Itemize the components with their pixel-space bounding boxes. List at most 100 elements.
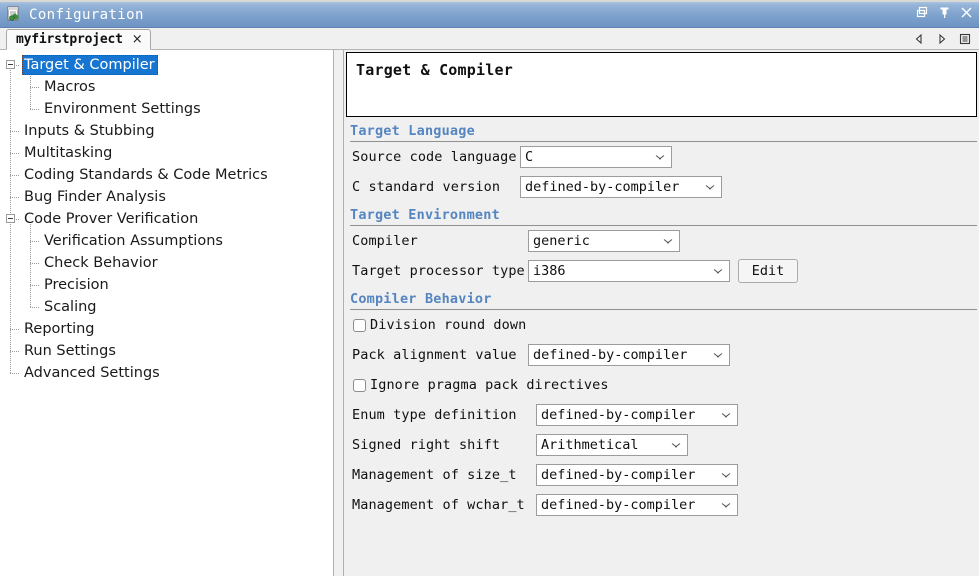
tree-item-label: Precision	[44, 277, 109, 293]
combobox-value: Arithmetical	[541, 437, 639, 453]
tab-list-icon[interactable]	[959, 31, 971, 45]
combobox-source-code-language[interactable]: C	[520, 146, 672, 168]
form-row-division-round-down: Division round down	[345, 310, 979, 340]
tree-item-label: Multitasking	[24, 145, 113, 161]
tree-item-advanced-settings[interactable]: Advanced Settings	[0, 362, 333, 384]
form-row-management-of-wchar-t: Management of wchar_t defined-by-compiler	[345, 490, 979, 520]
combobox-value: i386	[533, 263, 566, 279]
tree-item-coding-standards-code-metrics[interactable]: Coding Standards & Code Metrics	[0, 164, 333, 186]
tree-item-check-behavior[interactable]: Check Behavior	[0, 252, 333, 274]
tree-item-scaling[interactable]: Scaling	[0, 296, 333, 318]
field-label: Pack alignment value	[352, 347, 517, 363]
tree-collapse-icon[interactable]	[6, 60, 15, 69]
chevron-down-icon	[714, 269, 722, 274]
combobox-value: defined-by-compiler	[525, 179, 680, 195]
tree-item-label: Scaling	[44, 299, 97, 315]
form-row-enum-type-definition: Enum type definition defined-by-compiler	[345, 400, 979, 430]
chevron-down-icon	[714, 353, 722, 358]
combobox-value: defined-by-compiler	[541, 407, 696, 423]
checkbox-label: Ignore pragma pack directives	[370, 377, 609, 393]
tree-item-macros[interactable]: Macros	[0, 76, 333, 98]
panel-splitter[interactable]	[335, 50, 344, 576]
restore-button[interactable]	[916, 4, 929, 18]
combobox-enum-type-definition[interactable]: defined-by-compiler	[536, 404, 738, 426]
tree-item-target-compiler[interactable]: Target & Compiler	[0, 54, 333, 76]
settings-tree: Target & Compiler Macros Environment Setti…	[0, 50, 333, 384]
config-document-icon	[6, 6, 22, 22]
tree-item-label: Advanced Settings	[24, 365, 160, 381]
checkbox-ignore-pragma-pack-directives[interactable]	[353, 378, 366, 392]
configuration-window: Configuration myfirstproject × Target & …	[0, 0, 979, 576]
edit-button[interactable]: Edit	[738, 259, 798, 283]
field-label: Management of wchar_t	[352, 497, 525, 513]
nav-next-icon[interactable]	[936, 31, 948, 45]
combobox-target-processor-type[interactable]: i386	[528, 260, 730, 282]
field-label: Compiler	[352, 233, 418, 249]
tree-item-verification-assumptions[interactable]: Verification Assumptions	[0, 230, 333, 252]
tree-item-label: Macros	[44, 79, 96, 95]
page-title: Target & Compiler	[356, 61, 513, 79]
form-row-source-code-language: Source code language C	[345, 142, 979, 172]
pin-button[interactable]	[938, 4, 951, 18]
field-label: Target processor type	[352, 263, 525, 279]
close-button[interactable]	[960, 4, 973, 18]
combobox-value: generic	[533, 233, 590, 249]
form-row-target-processor-type: Target processor type i386 Edit	[345, 256, 979, 286]
tree-item-label: Environment Settings	[44, 101, 201, 117]
tree-item-label: Reporting	[24, 321, 95, 337]
field-label: Source code language	[352, 149, 517, 165]
checkbox-label: Division round down	[370, 317, 527, 333]
tree-item-label: Verification Assumptions	[44, 233, 223, 249]
tree-item-run-settings[interactable]: Run Settings	[0, 340, 333, 362]
tree-item-label: Target & Compiler	[22, 55, 158, 75]
chevron-down-icon	[722, 503, 730, 508]
tree-item-bug-finder-analysis[interactable]: Bug Finder Analysis	[0, 186, 333, 208]
tab-close-icon[interactable]: ×	[132, 33, 143, 46]
form-row-signed-right-shift: Signed right shift Arithmetical	[345, 430, 979, 460]
chevron-down-icon	[664, 239, 672, 244]
tab-nav-controls	[913, 31, 971, 45]
combobox-c-standard-version[interactable]: defined-by-compiler	[520, 176, 722, 198]
field-label: C standard version	[352, 179, 501, 195]
tree-item-label: Check Behavior	[44, 255, 158, 271]
combobox-value: defined-by-compiler	[533, 347, 688, 363]
form-row-compiler: Compiler generic	[345, 226, 979, 256]
combobox-pack-alignment-value[interactable]: defined-by-compiler	[528, 344, 730, 366]
chevron-down-icon	[706, 185, 714, 190]
combobox-value: C	[525, 149, 534, 165]
tree-item-label: Code Prover Verification	[24, 211, 199, 227]
tree-item-code-prover-verification[interactable]: Code Prover Verification	[0, 208, 333, 230]
nav-previous-icon[interactable]	[913, 31, 925, 45]
tree-item-label: Inputs & Stubbing	[24, 123, 155, 139]
combobox-signed-right-shift[interactable]: Arithmetical	[536, 434, 688, 456]
form-row-c-standard-version: C standard version defined-by-compiler	[345, 172, 979, 202]
form-row-ignore-pragma-pack-directives: Ignore pragma pack directives	[345, 370, 979, 400]
tree-collapse-icon[interactable]	[6, 214, 15, 223]
combobox-value: defined-by-compiler	[541, 497, 696, 513]
window-titlebar: Configuration	[0, 0, 979, 28]
chevron-down-icon	[672, 443, 680, 448]
section-header: Target Environment	[350, 207, 500, 223]
chevron-down-icon	[722, 473, 730, 478]
field-label: Management of size_t	[352, 467, 517, 483]
section-header: Target Language	[350, 123, 475, 139]
checkbox-division-round-down[interactable]	[353, 318, 366, 332]
settings-detail-panel: Target & Compiler Target Language Source …	[345, 50, 979, 576]
settings-tree-panel[interactable]: Target & Compiler Macros Environment Setti…	[0, 50, 334, 576]
tab-label: myfirstproject	[16, 32, 123, 47]
field-label: Enum type definition	[352, 407, 517, 423]
tree-item-label: Run Settings	[24, 343, 116, 359]
chevron-down-icon	[722, 413, 730, 418]
tree-item-precision[interactable]: Precision	[0, 274, 333, 296]
tree-item-label: Bug Finder Analysis	[24, 189, 166, 205]
combobox-value: defined-by-compiler	[541, 467, 696, 483]
combobox-management-of-wchar-t[interactable]: defined-by-compiler	[536, 494, 738, 516]
tree-item-environment-settings[interactable]: Environment Settings	[0, 98, 333, 120]
tab-myfirstproject[interactable]: myfirstproject ×	[6, 29, 151, 50]
combobox-compiler[interactable]: generic	[528, 230, 680, 252]
window-title: Configuration	[29, 6, 144, 23]
combobox-management-of-size-t[interactable]: defined-by-compiler	[536, 464, 738, 486]
tree-item-multitasking[interactable]: Multitasking	[0, 142, 333, 164]
tree-item-inputs-stubbing[interactable]: Inputs & Stubbing	[0, 120, 333, 142]
tree-item-reporting[interactable]: Reporting	[0, 318, 333, 340]
